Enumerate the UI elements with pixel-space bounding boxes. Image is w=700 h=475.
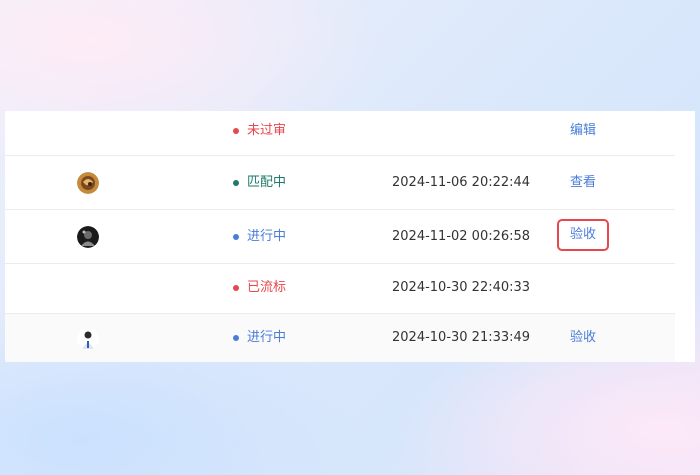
status-dot <box>233 128 239 134</box>
status-dot <box>233 335 239 341</box>
status-cell: 进行中 <box>233 330 286 346</box>
table-row: 未过审 编辑 <box>5 111 675 156</box>
avatar <box>77 172 99 194</box>
status-cell: 已流标 <box>233 280 286 296</box>
time-cell: 2024-10-30 22:40:33 <box>392 280 531 295</box>
status-label: 进行中 <box>247 330 287 345</box>
avatar <box>77 328 99 350</box>
status-dot <box>233 285 239 291</box>
table-row: 已流标 2024-10-30 22:40:33 <box>5 264 675 314</box>
accept-button[interactable]: 验收 <box>557 219 610 251</box>
status-label: 匹配中 <box>247 175 287 190</box>
status-label: 进行中 <box>247 229 287 244</box>
status-cell: 未过审 <box>233 123 286 139</box>
table-row: 进行中 2024-10-30 21:33:49 验收 <box>5 314 675 362</box>
status-cell: 进行中 <box>233 229 286 245</box>
view-link[interactable]: 查看 <box>570 175 596 191</box>
orders-table: 未过审 编辑 匹配中 2024-11-06 20:22:44 查看 进行中 20… <box>5 111 695 362</box>
avatar <box>77 226 99 248</box>
status-dot <box>233 234 239 240</box>
status-dot <box>233 180 239 186</box>
status-label: 未过审 <box>247 123 287 138</box>
time-cell: 2024-10-30 21:33:49 <box>392 330 531 345</box>
time-cell: 2024-11-02 00:26:58 <box>392 229 531 244</box>
edit-link[interactable]: 编辑 <box>570 123 596 139</box>
status-label: 已流标 <box>247 280 287 295</box>
accept-link[interactable]: 验收 <box>570 330 596 346</box>
table-row: 进行中 2024-11-02 00:26:58 验收 <box>5 210 675 264</box>
time-cell: 2024-11-06 20:22:44 <box>392 175 531 190</box>
status-cell: 匹配中 <box>233 175 286 191</box>
table-row: 匹配中 2024-11-06 20:22:44 查看 <box>5 156 675 210</box>
